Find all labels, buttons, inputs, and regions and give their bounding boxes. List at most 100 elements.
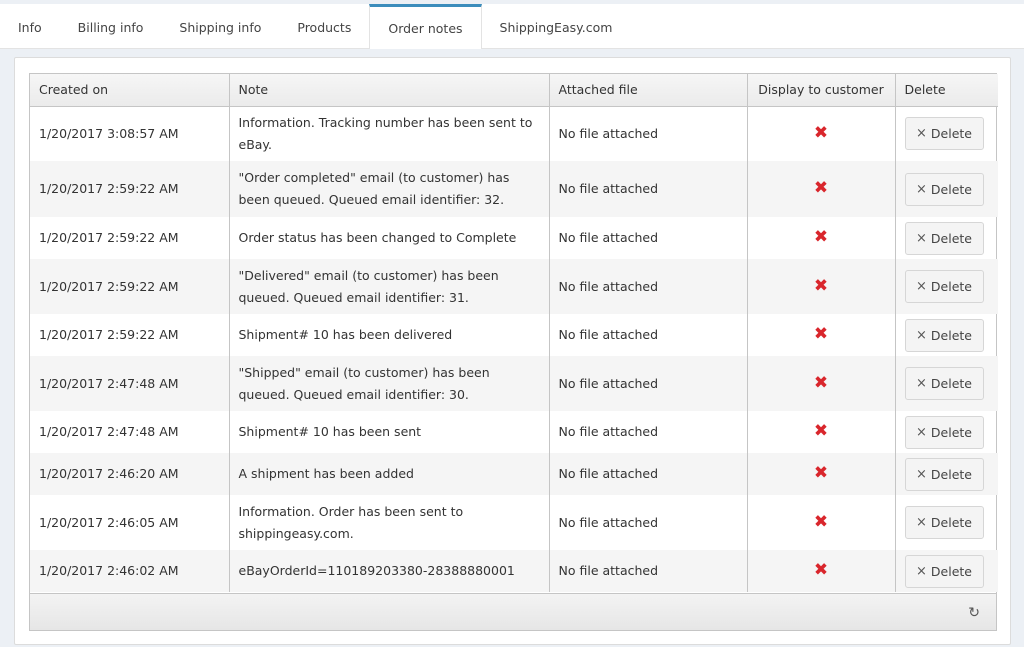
cell-note: A shipment has been added xyxy=(229,453,550,495)
delete-button[interactable]: × Delete xyxy=(904,554,984,588)
tab-bar: Info Billing info Shipping info Products… xyxy=(0,4,1024,49)
cell-display-to-customer: ✖ xyxy=(747,453,896,495)
cell-attached-file: No file attached xyxy=(549,550,748,592)
cell-note: Shipment# 10 has been delivered xyxy=(229,314,550,356)
delete-button-label: Delete xyxy=(930,466,972,482)
cell-delete: × Delete xyxy=(895,550,998,592)
cell-note: Information. Order has been sent to ship… xyxy=(229,495,550,550)
x-mark-icon: ✖ xyxy=(813,372,829,393)
delete-button[interactable]: × Delete xyxy=(904,506,984,539)
cell-note: eBayOrderId=110189203380-28388880001 xyxy=(229,550,550,592)
table-row: 1/20/2017 2:47:48 AM Shipment# 10 has be… xyxy=(30,411,998,453)
column-header-created-on[interactable]: Created on xyxy=(30,74,230,107)
tab-products[interactable]: Products xyxy=(279,4,369,48)
close-icon: × xyxy=(916,181,927,197)
tab-shippingeasy[interactable]: ShippingEasy.com xyxy=(482,4,631,48)
cell-attached-file: No file attached xyxy=(549,106,748,161)
delete-button-label: Delete xyxy=(930,515,972,530)
x-mark-icon: ✖ xyxy=(813,560,829,580)
cell-created-on: 1/20/2017 2:59:22 AM xyxy=(30,161,230,217)
cell-delete: × Delete xyxy=(895,259,998,314)
delete-button[interactable]: × Delete xyxy=(904,221,984,255)
table-row: 1/20/2017 2:47:48 AM "Shipped" email (to… xyxy=(30,356,998,411)
x-mark-icon: ✖ xyxy=(813,275,829,296)
column-header-note[interactable]: Note xyxy=(229,74,550,107)
cell-created-on: 1/20/2017 2:59:22 AM xyxy=(30,314,230,356)
cell-note: Shipment# 10 has been sent xyxy=(229,411,550,453)
close-icon: × xyxy=(916,376,927,391)
close-icon: × xyxy=(916,466,927,482)
cell-delete: × Delete xyxy=(895,106,998,161)
tab-shipping-info[interactable]: Shipping info xyxy=(161,4,279,48)
tab-billing-info[interactable]: Billing info xyxy=(60,4,162,48)
delete-button[interactable]: × Delete xyxy=(904,457,984,491)
cell-delete: × Delete xyxy=(895,356,998,411)
table-row: 1/20/2017 2:59:22 AM "Delivered" email (… xyxy=(30,259,998,314)
delete-button[interactable]: × Delete xyxy=(904,415,984,449)
cell-created-on: 1/20/2017 2:46:02 AM xyxy=(30,550,230,592)
delete-button-label: Delete xyxy=(930,376,972,391)
table-row: 1/20/2017 2:59:22 AM Order status has be… xyxy=(30,217,998,259)
table-row: 1/20/2017 2:59:22 AM Shipment# 10 has be… xyxy=(30,314,998,356)
delete-button[interactable]: × Delete xyxy=(904,270,984,303)
cell-display-to-customer: ✖ xyxy=(747,314,896,356)
cell-note: Information. Tracking number has been se… xyxy=(229,106,550,161)
cell-display-to-customer: ✖ xyxy=(747,161,896,217)
table-row: 1/20/2017 2:59:22 AM "Order completed" e… xyxy=(30,161,998,217)
close-icon: × xyxy=(916,230,927,246)
x-mark-icon: ✖ xyxy=(813,227,829,247)
cell-display-to-customer: ✖ xyxy=(747,106,896,161)
column-header-attached-file[interactable]: Attached file xyxy=(549,74,748,107)
x-mark-icon: ✖ xyxy=(813,463,829,483)
delete-button[interactable]: × Delete xyxy=(904,117,984,151)
tab-order-notes[interactable]: Order notes xyxy=(369,4,482,49)
cell-attached-file: No file attached xyxy=(549,314,748,356)
delete-button-label: Delete xyxy=(930,181,972,197)
column-header-delete: Delete xyxy=(895,74,998,107)
tab-info[interactable]: Info xyxy=(0,4,60,48)
grid-footer: ↻ xyxy=(30,593,996,630)
cell-attached-file: No file attached xyxy=(549,411,748,453)
delete-button-label: Delete xyxy=(930,279,972,294)
cell-attached-file: No file attached xyxy=(549,259,748,314)
cell-note: "Order completed" email (to customer) ha… xyxy=(229,161,550,217)
x-mark-icon: ✖ xyxy=(813,178,829,198)
order-notes-table: Created on Note Attached file Display to… xyxy=(30,74,998,592)
table-row: 1/20/2017 2:46:20 AM A shipment has been… xyxy=(30,453,998,495)
cell-note: "Delivered" email (to customer) has been… xyxy=(229,259,550,314)
cell-delete: × Delete xyxy=(895,495,998,550)
delete-button[interactable]: × Delete xyxy=(904,318,984,352)
delete-button-label: Delete xyxy=(930,230,972,246)
delete-button[interactable]: × Delete xyxy=(904,367,984,400)
cell-display-to-customer: ✖ xyxy=(747,550,896,592)
cell-attached-file: No file attached xyxy=(549,356,748,411)
cell-created-on: 1/20/2017 2:59:22 AM xyxy=(30,217,230,259)
order-notes-grid: Created on Note Attached file Display to… xyxy=(29,73,998,631)
delete-button-label: Delete xyxy=(930,327,972,343)
cell-created-on: 1/20/2017 2:46:20 AM xyxy=(30,453,230,495)
table-row: 1/20/2017 2:46:05 AM Information. Order … xyxy=(30,495,998,550)
cell-note: Order status has been changed to Complet… xyxy=(229,217,550,259)
cell-created-on: 1/20/2017 2:47:48 AM xyxy=(30,411,230,453)
cell-display-to-customer: ✖ xyxy=(747,495,896,550)
table-row: 1/20/2017 2:46:02 AM eBayOrderId=1101892… xyxy=(30,550,998,592)
delete-button-label: Delete xyxy=(930,126,972,142)
order-notes-panel: Created on Note Attached file Display to… xyxy=(14,57,1011,645)
cell-attached-file: No file attached xyxy=(549,453,748,495)
cell-delete: × Delete xyxy=(895,217,998,259)
cell-display-to-customer: ✖ xyxy=(747,411,896,453)
x-mark-icon: ✖ xyxy=(813,324,829,344)
cell-created-on: 1/20/2017 3:08:57 AM xyxy=(30,106,230,161)
cell-created-on: 1/20/2017 2:46:05 AM xyxy=(30,495,230,550)
cell-created-on: 1/20/2017 2:47:48 AM xyxy=(30,356,230,411)
cell-created-on: 1/20/2017 2:59:22 AM xyxy=(30,259,230,314)
x-mark-icon: ✖ xyxy=(813,511,829,532)
delete-button-label: Delete xyxy=(930,424,972,440)
cell-attached-file: No file attached xyxy=(549,495,748,550)
refresh-icon[interactable]: ↻ xyxy=(968,605,980,621)
close-icon: × xyxy=(916,424,927,440)
delete-button[interactable]: × Delete xyxy=(904,172,984,206)
cell-display-to-customer: ✖ xyxy=(747,217,896,259)
column-header-display-to-customer[interactable]: Display to customer xyxy=(747,74,896,107)
cell-delete: × Delete xyxy=(895,453,998,495)
